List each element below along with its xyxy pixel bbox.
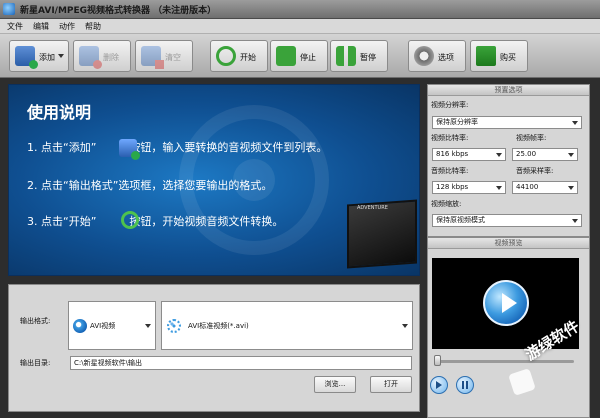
resolution-value: 保持原分辨率: [436, 118, 478, 126]
output-format-label: 输出格式:: [20, 317, 51, 325]
refresh-icon: [216, 46, 236, 66]
cart-icon: [476, 46, 496, 66]
menu-action[interactable]: 动作: [59, 21, 75, 32]
buy-button-label: 购买: [500, 53, 516, 62]
browse-button[interactable]: 浏览...: [314, 376, 356, 393]
chevron-down-icon: [402, 324, 408, 328]
banner-step-3: 3. 点击“开始” 按钮，开始视频音频文件转换。: [27, 213, 283, 229]
clear-button[interactable]: 清空: [135, 40, 193, 72]
preview-pause-button[interactable]: [456, 376, 474, 394]
delete-button-label: 删除: [103, 53, 119, 62]
video-preview-header: 视频预览: [428, 238, 589, 249]
poster-label: ADVENTURE: [357, 205, 388, 211]
banner-step-2: 2. 点击“输出格式”选项框，选择您要输出的格式。: [27, 179, 273, 192]
scale-select[interactable]: 保持原视频模式: [432, 214, 582, 227]
chevron-down-icon: [145, 324, 151, 328]
audio-bitrate-label: 音频比特率:: [431, 167, 469, 175]
menu-edit[interactable]: 编辑: [33, 21, 49, 32]
clear-button-label: 清空: [165, 53, 181, 62]
preview-seek-thumb[interactable]: [434, 355, 441, 366]
menu-bar: 文件 编辑 动作 帮助: [0, 19, 600, 34]
chevron-down-icon: [568, 186, 574, 190]
resolution-select[interactable]: 保持原分辨率: [432, 116, 582, 129]
output-dir-label: 输出目录:: [20, 359, 51, 367]
open-button[interactable]: 打开: [370, 376, 412, 393]
frame-rate-label: 视频帧率:: [516, 134, 547, 142]
chevron-down-icon[interactable]: [58, 54, 64, 58]
pause-button-label: 暂停: [360, 53, 376, 62]
output-dir-field[interactable]: C:\新星视频软件\输出: [70, 356, 412, 370]
chevron-down-icon: [572, 219, 578, 223]
scale-label: 视频缩放:: [431, 200, 462, 208]
start-button-label: 开始: [240, 53, 256, 62]
video-bitrate-select[interactable]: 816 kbps: [432, 148, 506, 161]
banner-title: 使用说明: [27, 103, 92, 122]
audio-bitrate-select[interactable]: 128 kbps: [432, 181, 506, 194]
step3-prefix: 3. 点击“开始”: [27, 215, 97, 228]
preview-play-button[interactable]: [430, 376, 448, 394]
toolbar: 添加 删除 清空 开始 停止 暂停 选项 购买: [0, 34, 600, 78]
format-category-select[interactable]: AVI视频: [68, 301, 156, 350]
sample-rate-select[interactable]: 44100: [512, 181, 578, 194]
frame-rate-value: 25.00: [516, 150, 537, 158]
audio-bitrate-value: 128 kbps: [436, 183, 469, 191]
add-button[interactable]: 添加: [9, 40, 69, 72]
app-icon: [3, 3, 15, 15]
video-format-icon: [167, 319, 181, 333]
format-category-value: AVI视频: [90, 322, 116, 330]
banner-step-1: 1. 点击“添加” 按钮，输入要转换的音视频文件到列表。: [27, 139, 327, 155]
resolution-label: 视频分辨率:: [431, 101, 469, 109]
sample-rate-label: 音频采样率:: [516, 167, 554, 175]
stop-button-label: 停止: [300, 53, 316, 62]
preview-seek-track[interactable]: [434, 360, 574, 363]
video-bitrate-label: 视频比特率:: [431, 134, 469, 142]
stop-icon: [276, 46, 296, 66]
chevron-down-icon: [496, 153, 502, 157]
stop-button[interactable]: 停止: [270, 40, 328, 72]
clear-list-icon: [141, 46, 164, 69]
video-bitrate-value: 816 kbps: [436, 150, 469, 158]
options-button[interactable]: 选项: [408, 40, 466, 72]
format-profile-select[interactable]: AVI标准视频(*.avi): [161, 301, 413, 350]
pause-button[interactable]: 暂停: [330, 40, 388, 72]
add-file-icon: [119, 139, 140, 160]
instruction-banner: 使用说明 1. 点击“添加” 按钮，输入要转换的音视频文件到列表。 2. 点击“…: [8, 84, 420, 276]
scale-value: 保持原视频模式: [436, 216, 485, 224]
preset-options-header: 预置选项: [428, 85, 589, 96]
frame-rate-select[interactable]: 25.00: [512, 148, 578, 161]
chevron-down-icon: [572, 121, 578, 125]
format-profile-value: AVI标准视频(*.avi): [188, 322, 249, 330]
gear-icon: [414, 46, 434, 66]
step1-prefix: 1. 点击“添加”: [27, 141, 97, 154]
refresh-icon: [121, 211, 139, 229]
pause-icon: [336, 46, 356, 66]
chevron-down-icon: [568, 153, 574, 157]
chevron-down-icon: [496, 186, 502, 190]
step3-suffix: 按钮，开始视频音频文件转换。: [129, 215, 284, 228]
menu-help[interactable]: 帮助: [85, 21, 101, 32]
title-bar: 新星AVI/MPEG视频格式转换器 （未注册版本）: [0, 0, 600, 19]
window-title: 新星AVI/MPEG视频格式转换器 （未注册版本）: [20, 6, 217, 16]
step1-suffix: 按钮，输入要转换的音视频文件到列表。: [129, 141, 328, 154]
avi-format-icon: [73, 319, 87, 333]
delete-button[interactable]: 删除: [73, 40, 131, 72]
delete-file-icon: [79, 46, 102, 69]
add-file-icon: [15, 46, 38, 69]
play-icon[interactable]: [483, 280, 529, 326]
start-button[interactable]: 开始: [210, 40, 268, 72]
add-button-label: 添加: [39, 53, 55, 62]
buy-button[interactable]: 购买: [470, 40, 528, 72]
menu-file[interactable]: 文件: [7, 21, 23, 32]
options-button-label: 选项: [438, 53, 454, 62]
play-icon: [436, 381, 442, 389]
pause-icon: [462, 381, 468, 389]
sample-rate-value: 44100: [516, 183, 539, 191]
